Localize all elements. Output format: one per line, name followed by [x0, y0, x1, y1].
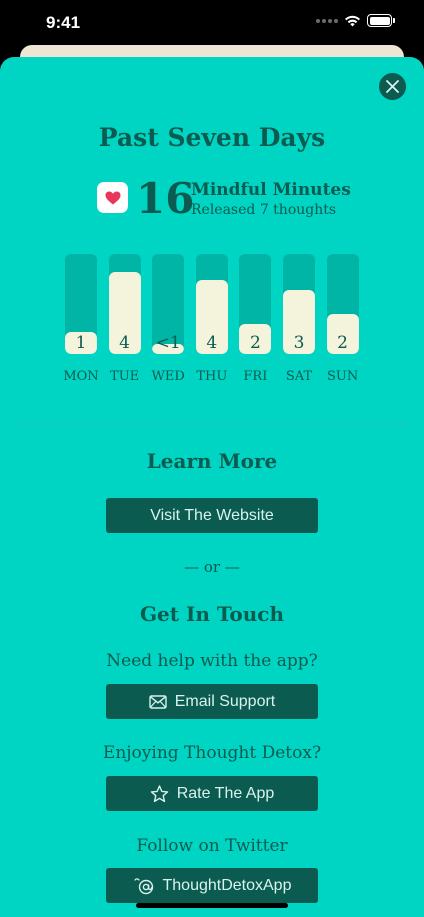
bar-thu: 4 — [195, 254, 228, 354]
heart-icon — [105, 191, 120, 204]
visit-website-button[interactable]: Visit The Website — [106, 498, 318, 533]
bar-sat: 3 — [283, 254, 315, 354]
bar-value-label: 3 — [293, 333, 305, 353]
star-icon — [150, 784, 169, 802]
day-label: SAT — [285, 369, 313, 384]
bar-value-label: 4 — [206, 333, 218, 353]
twitter-label: ThoughtDetoxApp — [162, 876, 292, 894]
visit-website-label: Visit The Website — [150, 506, 274, 524]
mindful-minutes-label: Mindful Minutes — [191, 180, 351, 200]
email-support-button[interactable]: Email Support — [106, 684, 318, 719]
email-support-label: Email Support — [174, 692, 276, 710]
status-bar: 9:41 — [0, 0, 424, 50]
status-time: 9:41 — [46, 13, 81, 32]
page-title: Past Seven Days — [98, 123, 326, 152]
weekly-bar-chart: 1 MON 4 TUE <1 WED 4 THU 2 FRI 3 SAT 2 SUN — [0, 254, 424, 394]
day-label: MON — [63, 369, 99, 384]
bar-value-label: <1 — [155, 333, 181, 353]
section-divider — [16, 425, 408, 426]
bar-value-label: 2 — [337, 333, 348, 353]
rate-app-label: Rate The App — [176, 784, 275, 802]
close-button[interactable] — [379, 73, 406, 100]
get-in-touch-heading: Get In Touch — [139, 602, 285, 626]
bar-sun: 2 — [326, 254, 359, 354]
or-separator: — or — — [184, 558, 240, 576]
released-thoughts-label: Released 7 thoughts — [191, 202, 337, 218]
bar-wed: <1 — [152, 254, 185, 354]
day-label: THU — [196, 369, 228, 384]
battery-icon — [367, 14, 395, 27]
mindful-minutes-count: 16 — [136, 174, 195, 223]
bar-value-label: 4 — [119, 333, 130, 353]
home-indicator — [136, 903, 288, 908]
close-icon — [386, 80, 399, 93]
at-icon — [133, 877, 153, 894]
status-icons — [316, 14, 395, 27]
day-label: SUN — [326, 369, 359, 384]
day-label: FRI — [243, 369, 268, 384]
mail-icon — [149, 694, 167, 709]
health-app-icon — [97, 182, 128, 213]
learn-more-heading: Learn More — [146, 449, 278, 473]
bar-fri: 2 — [239, 254, 272, 354]
bar-value-label: 2 — [249, 333, 261, 353]
bar-mon: 1 — [65, 254, 97, 354]
cellular-signal-icon — [316, 18, 338, 23]
twitter-button[interactable]: ThoughtDetoxApp — [106, 868, 318, 903]
stats-sheet: Past Seven Days 16 Mindful Minutes Relea… — [0, 57, 424, 917]
bar-value-label: 1 — [75, 333, 87, 353]
bar-tue: 4 — [108, 254, 141, 354]
rate-app-button[interactable]: Rate The App — [106, 776, 318, 811]
day-label: WED — [151, 369, 185, 384]
help-prompt: Need help with the app? — [106, 651, 318, 671]
day-label: TUE — [110, 369, 140, 384]
twitter-prompt: Follow on Twitter — [136, 836, 288, 856]
wifi-icon — [345, 15, 360, 27]
enjoy-prompt: Enjoying Thought Detox? — [102, 743, 322, 763]
